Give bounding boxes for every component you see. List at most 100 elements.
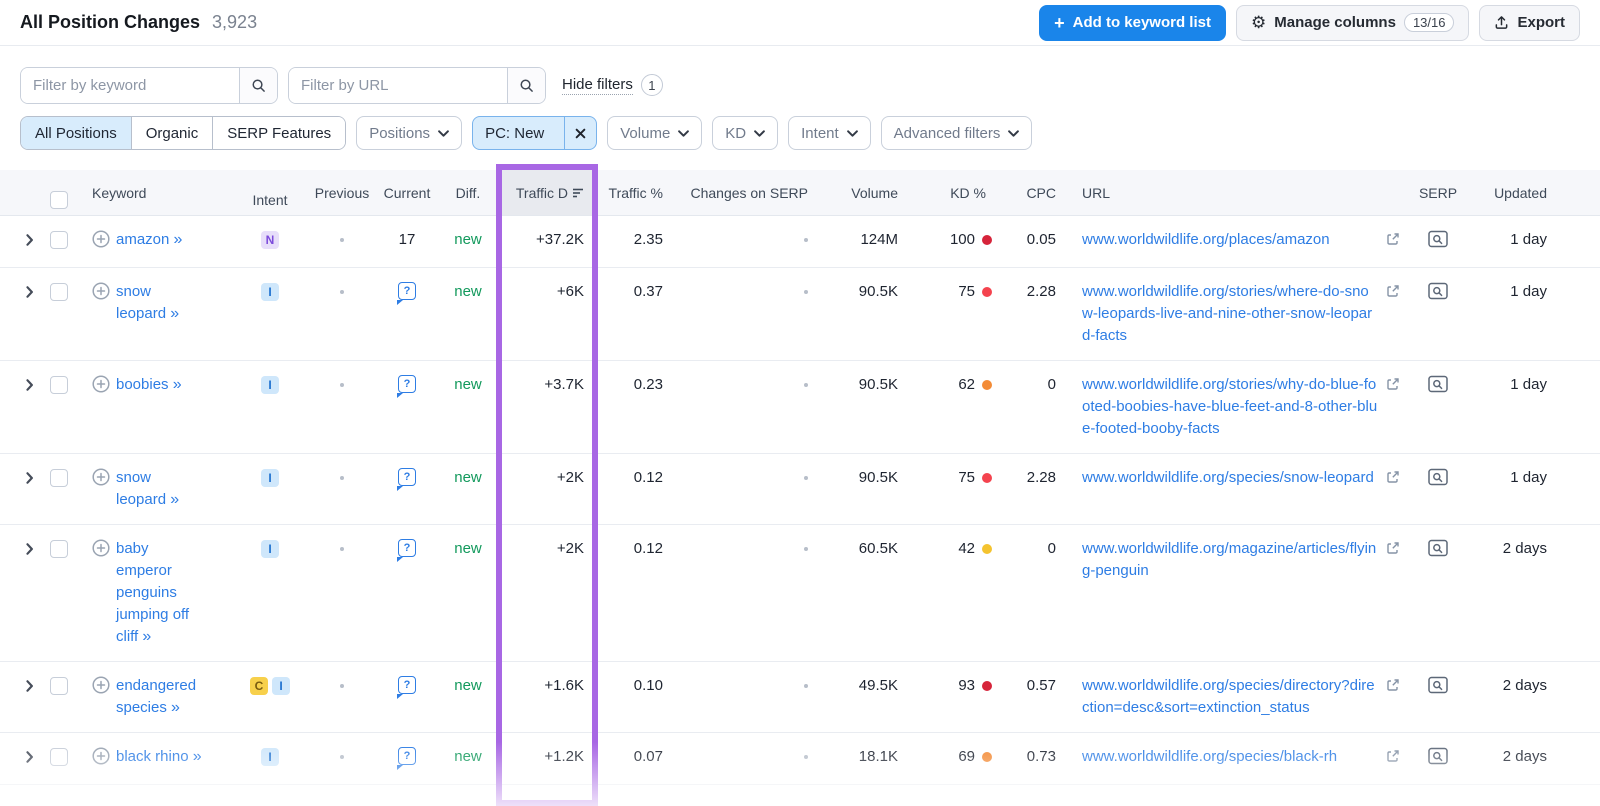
expand-chevron-icon[interactable] (26, 751, 34, 763)
header-expand-spacer (20, 170, 50, 215)
url-link[interactable]: www.worldwildlife.org/species/snow-leopa… (1082, 467, 1374, 489)
row-checkbox[interactable] (50, 540, 68, 558)
expand-chevron-icon[interactable] (26, 680, 34, 692)
serp-preview-icon[interactable] (1428, 282, 1448, 300)
add-keyword-icon[interactable] (92, 539, 110, 557)
serp-preview-icon[interactable] (1428, 230, 1448, 248)
remove-filter-button[interactable] (564, 117, 596, 149)
row-checkbox[interactable] (50, 231, 68, 249)
expand-chevron-icon[interactable] (26, 286, 34, 298)
external-link-icon[interactable] (1386, 284, 1400, 298)
header-traffic-diff[interactable]: Traffic D (496, 170, 598, 215)
expand-chevron-icon[interactable] (26, 234, 34, 246)
kd-value: 75 (958, 469, 975, 486)
keyword-link[interactable]: amazon » (116, 229, 204, 251)
search-icon (251, 78, 266, 93)
serp-preview-icon[interactable] (1428, 747, 1448, 765)
url-link[interactable]: www.worldwildlife.org/stories/why-do-blu… (1082, 374, 1378, 440)
filter-chip-advanced-filters[interactable]: Advanced filters (880, 116, 1033, 150)
position-tab-organic[interactable]: Organic (130, 117, 213, 149)
add-to-keyword-list-button[interactable]: + Add to keyword list (1039, 4, 1226, 41)
external-link-icon[interactable] (1386, 541, 1400, 555)
serp-preview-icon[interactable] (1428, 468, 1448, 486)
export-icon (1494, 15, 1509, 30)
filter-chip-kd[interactable]: KD (712, 116, 779, 150)
keyword-link[interactable]: baby emperor penguins jumping off cliff … (116, 538, 204, 648)
keyword-filter-input[interactable] (21, 67, 239, 103)
url-link[interactable]: www.worldwildlife.org/species/directory?… (1082, 675, 1378, 719)
header-keyword[interactable]: Keyword (84, 170, 230, 215)
keyword-link[interactable]: boobies » (116, 374, 204, 396)
intent-cell: N (230, 216, 310, 262)
header-changes-on-serp[interactable]: Changes on SERP (678, 170, 820, 215)
url-link[interactable]: www.worldwildlife.org/species/black-rh (1082, 746, 1337, 768)
manage-columns-button[interactable]: ⚙ Manage columns 13/16 (1235, 4, 1470, 41)
row-checkbox[interactable] (50, 376, 68, 394)
filter-chip-volume[interactable]: Volume (607, 116, 703, 150)
serp-preview-icon[interactable] (1428, 676, 1448, 694)
add-keyword-icon[interactable] (92, 747, 110, 765)
external-link-icon[interactable] (1386, 377, 1400, 391)
kd-wrap: 75 (958, 281, 992, 303)
serp-preview-icon[interactable] (1428, 539, 1448, 557)
header-serp[interactable]: SERP (1408, 170, 1468, 215)
header-current[interactable]: Current (374, 170, 440, 215)
expand-chevron-icon[interactable] (26, 379, 34, 391)
external-link-icon[interactable] (1386, 678, 1400, 692)
keyword-link[interactable]: endangered species » (116, 675, 204, 719)
header-previous[interactable]: Previous (310, 170, 374, 215)
filter-chip-pc-new[interactable]: PC: New (472, 116, 598, 150)
url-cell: www.worldwildlife.org/species/black-rh (1066, 733, 1408, 781)
external-link-icon[interactable] (1386, 232, 1400, 246)
expand-chevron-icon[interactable] (26, 543, 34, 555)
header-updated[interactable]: Updated (1468, 170, 1563, 215)
add-keyword-icon[interactable] (92, 230, 110, 248)
url-search-button[interactable] (507, 67, 545, 103)
diff-new-label: new (454, 540, 482, 557)
no-previous-dot (340, 547, 344, 551)
row-checkbox[interactable] (50, 677, 68, 695)
header-url[interactable]: URL (1066, 170, 1408, 215)
header-diff[interactable]: Diff. (440, 170, 496, 215)
expand-chevron-icon[interactable] (26, 472, 34, 484)
position-tab-all-positions[interactable]: All Positions (21, 117, 131, 149)
hide-filters-link[interactable]: Hide filters (562, 76, 633, 95)
header-volume[interactable]: Volume (820, 170, 906, 215)
current-cell: ? (374, 454, 440, 499)
traffic-diff-cell: +1.2K (496, 733, 598, 781)
diff-cell: new (440, 361, 496, 409)
filter-chip-intent[interactable]: Intent (788, 116, 871, 150)
header-kd[interactable]: KD % (906, 170, 996, 215)
add-keyword-icon[interactable] (92, 468, 110, 486)
header-traffic-pct[interactable]: Traffic % (598, 170, 678, 215)
export-button[interactable]: Export (1479, 4, 1580, 41)
external-link-icon[interactable] (1386, 470, 1400, 484)
header-cpc[interactable]: CPC (996, 170, 1066, 215)
traffic-pct-value: 0.23 (633, 376, 663, 393)
url-link[interactable]: www.worldwildlife.org/stories/where-do-s… (1082, 281, 1378, 347)
all-position-changes-panel: All Position Changes 3,923 + Add to keyw… (0, 0, 1600, 806)
add-keyword-icon[interactable] (92, 375, 110, 393)
url-link[interactable]: www.worldwildlife.org/places/amazon (1082, 229, 1330, 251)
keyword-link[interactable]: snow leopard » (116, 467, 204, 511)
keyword-link[interactable]: snow leopard » (116, 281, 204, 325)
row-checkbox[interactable] (50, 283, 68, 301)
add-keyword-icon[interactable] (92, 676, 110, 694)
row-checkbox[interactable] (50, 469, 68, 487)
select-all-checkbox[interactable] (50, 191, 68, 209)
add-keyword-icon[interactable] (92, 282, 110, 300)
position-tab-serp-features[interactable]: SERP Features (212, 117, 346, 149)
serp-preview-icon[interactable] (1428, 375, 1448, 393)
url-filter-input[interactable] (289, 67, 507, 103)
changes-on-serp-cell (678, 733, 820, 772)
url-link[interactable]: www.worldwildlife.org/magazine/articles/… (1082, 538, 1378, 582)
filter-chip-positions[interactable]: Positions (356, 116, 463, 150)
header-intent[interactable]: Intent (230, 170, 310, 215)
external-link-icon[interactable] (1386, 749, 1400, 763)
no-changes-dot (804, 755, 808, 759)
keyword-link[interactable]: black rhino » (116, 746, 204, 768)
table-row: black rhino » I? new +1.2K 0.07 18.1K 69 0.73 ww… (0, 733, 1600, 785)
current-cell: ? (374, 733, 440, 778)
row-checkbox[interactable] (50, 748, 68, 766)
keyword-search-button[interactable] (239, 67, 277, 103)
